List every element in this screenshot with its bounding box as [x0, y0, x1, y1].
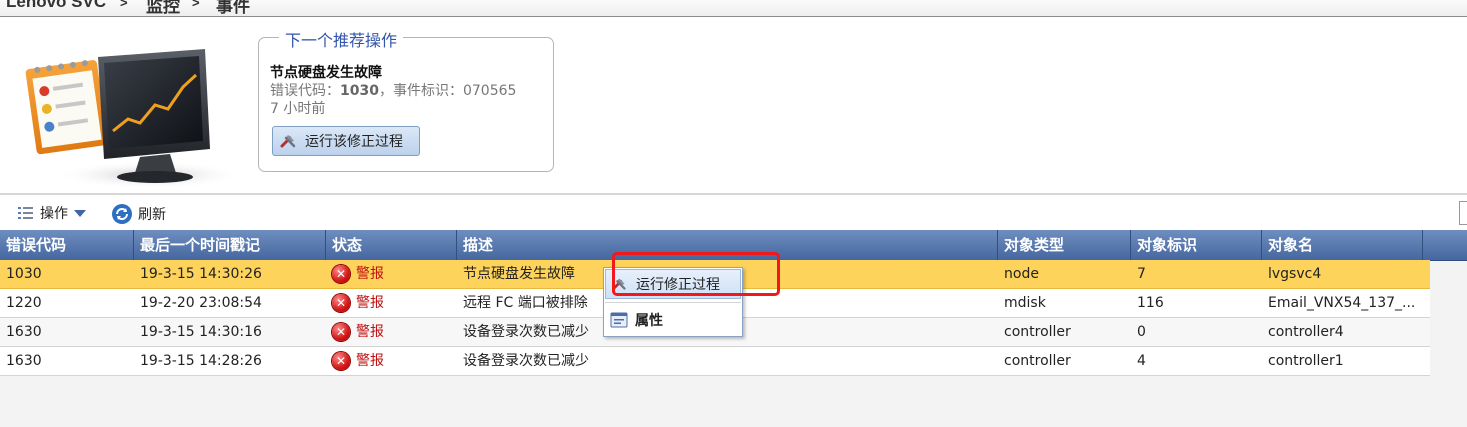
cell-error-code: 1630	[6, 353, 42, 369]
breadcrumb-item-system[interactable]: Lenovo SVC	[6, 0, 106, 12]
cell-status: ✕ 警报	[326, 289, 457, 317]
actions-menu-label: 操作	[40, 206, 68, 222]
cell-object-id: 4	[1137, 353, 1146, 369]
alert-icon: ✕	[332, 352, 350, 370]
event-id-label: ，事件标识：	[378, 83, 463, 99]
error-code-label: 错误代码：	[270, 83, 340, 99]
column-header-last-timestamp[interactable]: 最后一个时间戳记	[134, 230, 326, 260]
cell-error-code: 1630	[6, 324, 42, 340]
status-label: 警报	[356, 324, 384, 340]
cell-error-code: 1220	[6, 295, 42, 311]
cell-status: ✕ 警报	[326, 260, 457, 288]
refresh-icon	[112, 204, 132, 224]
run-fix-procedure-label: 运行该修正过程	[305, 134, 403, 150]
cell-object-type: controller	[1004, 353, 1071, 369]
cell-timestamp: 19-3-15 14:30:26	[140, 266, 262, 282]
column-header-object-name[interactable]: 对象名	[1262, 230, 1423, 260]
context-menu-properties[interactable]: 属性	[605, 305, 741, 335]
status-label: 警报	[356, 353, 384, 369]
context-menu-run-fix[interactable]: 运行修正过程	[605, 269, 741, 299]
breadcrumb: Lenovo SVC > 监控 > 事件	[0, 0, 1467, 17]
cell-object-name: controller1	[1268, 353, 1344, 369]
table-row[interactable]: 1630 19-3-15 14:28:26 ✕ 警报 设备登录次数已减少 con…	[0, 347, 1430, 376]
recommended-action-section: 下一个推荐操作 节点硬盘发生故障 错误代码：1030，事件标识：070565 7…	[0, 17, 1467, 193]
cell-object-type: controller	[1004, 324, 1071, 340]
toolbar: 操作 刷新	[0, 196, 1467, 230]
cell-object-type: node	[1004, 266, 1039, 282]
row-context-menu: 运行修正过程 属性	[603, 267, 743, 337]
cell-object-id: 0	[1137, 324, 1146, 340]
recommended-action-time: 7 小时前	[270, 101, 326, 117]
cell-object-id: 7	[1137, 266, 1146, 282]
filter-input[interactable]	[1459, 201, 1467, 225]
status-label: 警报	[356, 295, 384, 311]
wrench-screwdriver-icon	[280, 135, 296, 148]
run-fix-procedure-button[interactable]: 运行该修正过程	[272, 126, 420, 156]
column-header-error-code[interactable]: 错误代码	[0, 230, 134, 260]
cell-timestamp: 19-2-20 23:08:54	[140, 295, 262, 311]
wrench-screwdriver-icon	[612, 278, 626, 290]
recommended-action-code-line: 错误代码：1030，事件标识：070565	[270, 80, 516, 100]
cell-timestamp: 19-3-15 14:30:16	[140, 324, 262, 340]
context-menu-properties-label: 属性	[635, 313, 663, 329]
refresh-button[interactable]: 刷新	[111, 203, 166, 225]
properties-icon	[610, 312, 628, 328]
context-menu-separator	[605, 302, 741, 303]
recommended-action-legend: 下一个推荐操作	[279, 27, 404, 51]
cell-error-code: 1030	[6, 266, 42, 282]
alert-icon: ✕	[332, 265, 350, 283]
breadcrumb-separator: >	[120, 0, 128, 10]
column-header-status[interactable]: 状态	[326, 230, 457, 260]
cell-object-name: lvgsvc4	[1268, 266, 1322, 282]
error-code-value: 1030	[340, 83, 379, 99]
breadcrumb-item-monitoring[interactable]: 监控	[146, 0, 180, 16]
column-header-object-type[interactable]: 对象类型	[998, 230, 1131, 260]
alert-icon: ✕	[332, 323, 350, 341]
refresh-label: 刷新	[138, 207, 166, 223]
context-menu-run-fix-label: 运行修正过程	[636, 277, 720, 293]
actions-menu-button[interactable]: 操作	[17, 203, 87, 223]
breadcrumb-item-events: 事件	[216, 0, 250, 16]
chevron-down-icon	[74, 210, 86, 217]
recommended-action-panel: 下一个推荐操作 节点硬盘发生故障 错误代码：1030，事件标识：070565 7…	[258, 27, 554, 172]
cell-object-id: 116	[1137, 295, 1164, 311]
alert-icon: ✕	[332, 294, 350, 312]
event-id-value: 070565	[462, 83, 517, 99]
column-header-filler	[1423, 230, 1467, 260]
status-label: 警报	[356, 266, 384, 282]
breadcrumb-separator: >	[192, 0, 200, 10]
cell-object-name: Email_VNX54_137_...	[1268, 295, 1416, 311]
table-header: 错误代码 最后一个时间戳记 状态 描述 对象类型 对象标识 对象名	[0, 230, 1467, 261]
column-header-description[interactable]: 描述	[457, 230, 998, 260]
cell-status: ✕ 警报	[326, 318, 457, 346]
cell-timestamp: 19-3-15 14:28:26	[140, 353, 262, 369]
list-icon	[18, 207, 33, 219]
cell-description: 设备登录次数已减少	[463, 353, 589, 369]
cell-status: ✕ 警报	[326, 347, 457, 375]
monitoring-illustration-icon	[25, 49, 245, 189]
cell-object-name: controller4	[1268, 324, 1344, 340]
column-header-object-id[interactable]: 对象标识	[1131, 230, 1262, 260]
section-divider	[0, 193, 1467, 195]
cell-object-type: mdisk	[1004, 295, 1046, 311]
recommended-action-title: 节点硬盘发生故障	[270, 65, 382, 81]
